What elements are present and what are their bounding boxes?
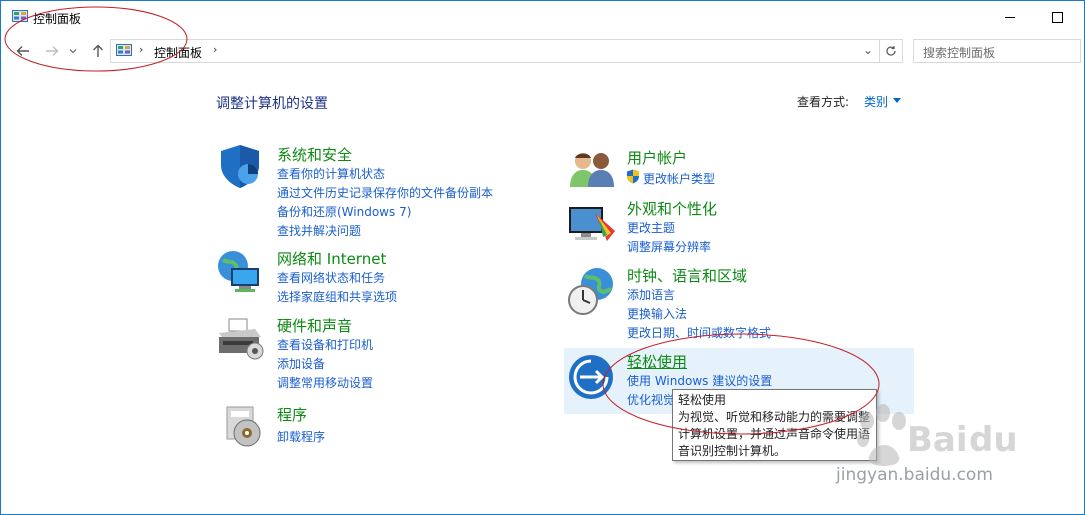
clock-globe-icon	[568, 268, 613, 315]
link-change-account-type[interactable]: 更改帐户类型	[643, 170, 715, 187]
breadcrumb-separator-icon[interactable]: ›	[139, 43, 143, 56]
link-uninstall-program[interactable]: 卸载程序	[277, 428, 325, 445]
up-button[interactable]	[89, 41, 107, 61]
address-bar[interactable]: › 控制面板 › ⌄	[110, 39, 880, 63]
forward-arrow-icon	[46, 46, 59, 56]
link-add-language[interactable]: 添加语言	[627, 286, 675, 303]
svg-text:du: du	[969, 420, 1018, 460]
maximize-button[interactable]	[1034, 5, 1080, 29]
category-hardware-sound[interactable]: 硬件和声音	[277, 315, 352, 336]
link-troubleshoot[interactable]: 查找并解决问题	[277, 222, 361, 239]
link-change-input-method[interactable]: 更换输入法	[627, 305, 687, 322]
programs-icon	[226, 406, 261, 447]
link-screen-resolution[interactable]: 调整屏幕分辨率	[627, 238, 711, 255]
forward-button[interactable]	[43, 41, 61, 61]
window-title: 控制面板	[33, 12, 82, 26]
address-dropdown-icon[interactable]: ⌄	[863, 43, 873, 57]
breadcrumb-separator-icon[interactable]: ›	[213, 43, 217, 56]
link-homegroup-sharing[interactable]: 选择家庭组和共享选项	[277, 288, 397, 305]
users-icon	[570, 153, 614, 187]
control-panel-window: 控制面板 › 控制面板 › ⌄ 搜索控制面板 调整计算机的设置 查看方式: 类别…	[0, 0, 1085, 515]
breadcrumb-control-panel[interactable]: 控制面板	[154, 44, 202, 61]
minimize-icon	[1005, 16, 1015, 18]
link-backup-restore[interactable]: 备份和还原(Windows 7)	[277, 203, 411, 220]
refresh-button[interactable]	[879, 39, 903, 63]
uac-shield-icon	[627, 169, 639, 184]
ease-of-access-icon	[569, 355, 613, 399]
page-heading: 调整计算机的设置	[216, 96, 328, 112]
category-user-accounts[interactable]: 用户帐户	[627, 147, 687, 168]
ease-of-access-tooltip: 轻松使用 为视觉、听觉和移动能力的需要调整计算机设置，并通过声音命令使用语音识别…	[672, 389, 877, 461]
caret-down-icon[interactable]	[893, 98, 901, 103]
back-button[interactable]	[14, 41, 32, 61]
link-date-time-format[interactable]: 更改日期、时间或数字格式	[627, 324, 771, 341]
control-panel-icon	[116, 44, 132, 56]
search-box[interactable]: 搜索控制面板	[913, 39, 1081, 63]
search-placeholder[interactable]: 搜索控制面板	[923, 44, 995, 61]
up-arrow-icon	[93, 44, 103, 57]
link-file-history-backup[interactable]: 通过文件历史记录保存你的文件备份副本	[277, 184, 493, 201]
category-appearance[interactable]: 外观和个性化	[627, 198, 717, 219]
category-clock-language-region[interactable]: 时钟、语言和区域	[627, 265, 747, 286]
tooltip-body: 为视觉、听觉和移动能力的需要调整计算机设置，并通过声音命令使用语音识别控制计算机…	[678, 410, 871, 458]
view-by-label: 查看方式:	[797, 95, 850, 109]
link-change-theme[interactable]: 更改主题	[627, 219, 675, 236]
category-ease-of-access[interactable]: 轻松使用	[627, 351, 687, 372]
link-devices-printers[interactable]: 查看设备和打印机	[277, 336, 373, 353]
link-view-computer-status[interactable]: 查看你的计算机状态	[277, 165, 385, 182]
link-mobility-settings[interactable]: 调整常用移动设置	[277, 374, 373, 391]
view-by-select[interactable]: 类别	[864, 93, 888, 110]
printer-icon	[219, 318, 264, 360]
watermark-text: jingyan.baidu.com	[836, 465, 993, 485]
title-bar: 控制面板	[1, 1, 1084, 33]
back-arrow-icon	[16, 46, 29, 56]
navigation-bar: › 控制面板 › ⌄ 搜索控制面板	[1, 37, 1084, 65]
category-system-security[interactable]: 系统和安全	[277, 144, 352, 165]
tooltip-title: 轻松使用	[678, 393, 727, 407]
minimize-button[interactable]	[987, 5, 1033, 29]
link-add-device[interactable]: 添加设备	[277, 355, 325, 372]
category-programs[interactable]: 程序	[277, 404, 307, 425]
chevron-down-icon	[69, 49, 77, 54]
recent-locations-button[interactable]	[67, 41, 79, 61]
network-globe-icon	[218, 251, 259, 292]
link-windows-recommended-settings[interactable]: 使用 Windows 建议的设置	[627, 372, 772, 389]
control-panel-icon	[12, 10, 28, 22]
category-network-internet[interactable]: 网络和 Internet	[277, 248, 386, 269]
link-optimize-visual[interactable]: 优化视觉	[627, 391, 675, 408]
appearance-icon	[569, 207, 615, 241]
link-network-status[interactable]: 查看网络状态和任务	[277, 269, 385, 286]
shield-icon	[221, 145, 259, 188]
svg-text:Bai: Bai	[907, 420, 968, 460]
maximize-icon	[1051, 11, 1063, 23]
refresh-icon	[886, 46, 896, 56]
